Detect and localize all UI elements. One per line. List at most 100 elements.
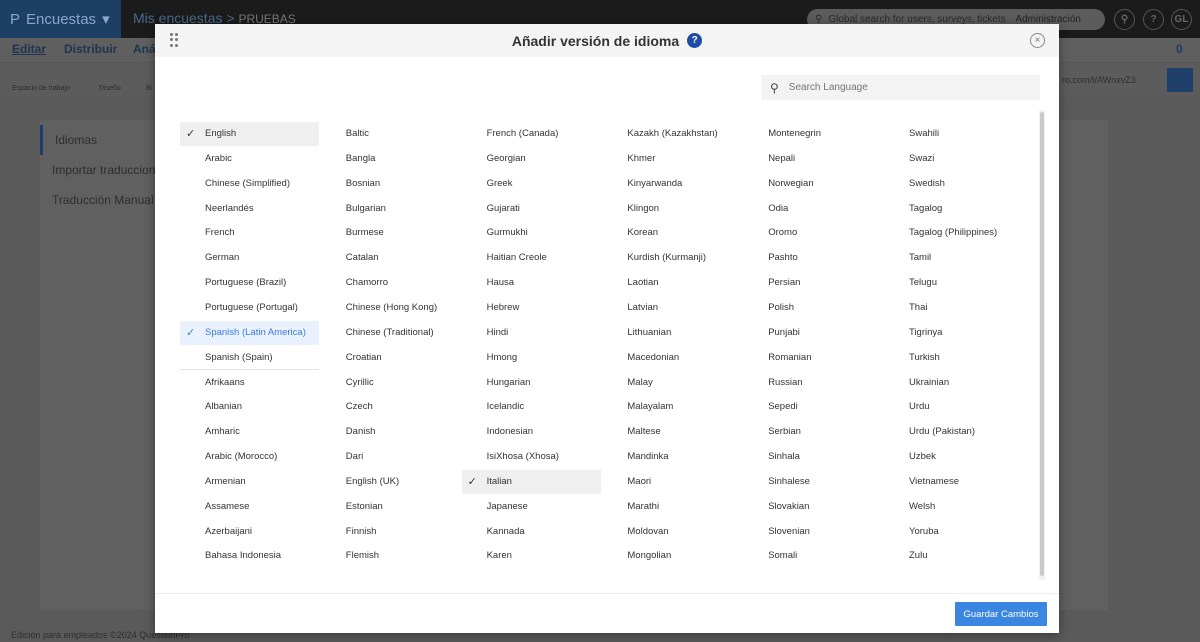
language-option[interactable]: Klingon	[602, 197, 741, 221]
language-option[interactable]: Moldovan	[602, 520, 741, 544]
language-option[interactable]: French	[180, 221, 319, 245]
language-option[interactable]: Malayalam	[602, 395, 741, 419]
language-option[interactable]: Montenegrin	[743, 122, 882, 146]
tab-editar[interactable]: Editar	[12, 42, 46, 56]
save-changes-button[interactable]: Guardar Cambios	[955, 602, 1047, 626]
language-option[interactable]: Finnish	[321, 520, 460, 544]
language-option[interactable]: Chinese (Hong Kong)	[321, 296, 460, 320]
language-option[interactable]: Romanian	[743, 346, 882, 370]
language-option[interactable]: Gujarati	[462, 197, 601, 221]
language-option[interactable]: Croatian	[321, 346, 460, 370]
language-option[interactable]: Maori	[602, 470, 741, 494]
language-option[interactable]: Burmese	[321, 221, 460, 245]
preview-button[interactable]	[1167, 68, 1193, 92]
language-option[interactable]: Swahili	[884, 122, 1023, 146]
language-option[interactable]: Macedonian	[602, 346, 741, 370]
language-option[interactable]: Tagalog (Philippines)	[884, 221, 1023, 245]
language-option[interactable]: Arabic (Morocco)	[180, 445, 319, 469]
language-option[interactable]: Catalan	[321, 246, 460, 270]
language-option[interactable]: ✓ English	[180, 122, 319, 146]
language-option[interactable]: Bosnian	[321, 172, 460, 196]
language-option[interactable]: Malay	[602, 371, 741, 395]
language-option[interactable]: Portuguese (Portugal)	[180, 296, 319, 320]
language-option[interactable]: IsiXhosa (Xhosa)	[462, 445, 601, 469]
language-option[interactable]: Somali	[743, 544, 882, 568]
language-option[interactable]: Telugu	[884, 271, 1023, 295]
language-option[interactable]: Sinhala	[743, 445, 882, 469]
brand-menu[interactable]: P Encuestas ▾	[0, 0, 121, 38]
drag-handle-icon[interactable]	[170, 33, 178, 47]
language-option[interactable]: Kurdish (Kurmanji)	[602, 246, 741, 270]
language-option[interactable]: Marathi	[602, 495, 741, 519]
language-option[interactable]: Bangla	[321, 147, 460, 171]
language-option[interactable]: Armenian	[180, 470, 319, 494]
language-option[interactable]: Mandinka	[602, 445, 741, 469]
language-option[interactable]: Russian	[743, 371, 882, 395]
language-option[interactable]: Hindi	[462, 321, 601, 345]
language-option[interactable]: Laotian	[602, 271, 741, 295]
language-option[interactable]: Gurmukhi	[462, 221, 601, 245]
language-option[interactable]: Tamil	[884, 246, 1023, 270]
tool-workspace[interactable]: Espacio de trabajo	[12, 85, 70, 92]
language-option[interactable]: Japanese	[462, 495, 601, 519]
language-option[interactable]: Yoruba	[884, 520, 1023, 544]
language-option[interactable]: Flemish	[321, 544, 460, 568]
language-option[interactable]: Kinyarwanda	[602, 172, 741, 196]
language-option[interactable]: Amharic	[180, 420, 319, 444]
language-search[interactable]: ⚲	[761, 75, 1040, 100]
tool-bi[interactable]: Bi	[146, 85, 152, 92]
language-option[interactable]: German	[180, 246, 319, 270]
language-option[interactable]: Urdu (Pakistan)	[884, 420, 1023, 444]
language-option[interactable]: Chamorro	[321, 271, 460, 295]
language-option[interactable]: Kannada	[462, 520, 601, 544]
language-option[interactable]: Kazakh (Kazakhstan)	[602, 122, 741, 146]
language-option[interactable]: Cyrillic	[321, 371, 460, 395]
language-option[interactable]: Bulgarian	[321, 197, 460, 221]
language-option[interactable]: Bahasa Indonesia	[180, 544, 319, 568]
language-option[interactable]: Turkish	[884, 346, 1023, 370]
language-option[interactable]: Arabic	[180, 147, 319, 171]
language-option[interactable]: Estonian	[321, 495, 460, 519]
language-option[interactable]: Urdu	[884, 395, 1023, 419]
language-option[interactable]: Sinhalese	[743, 470, 882, 494]
language-option[interactable]: Hungarian	[462, 371, 601, 395]
language-option[interactable]: Tigrinya	[884, 321, 1023, 345]
language-option[interactable]: Azerbaijani	[180, 520, 319, 544]
language-option[interactable]: Uzbek	[884, 445, 1023, 469]
language-option[interactable]: English (UK)	[321, 470, 460, 494]
language-option[interactable]: Swazi	[884, 147, 1023, 171]
language-option[interactable]: Assamese	[180, 495, 319, 519]
tool-design[interactable]: Diseño	[99, 85, 121, 92]
language-option[interactable]: Indonesian	[462, 420, 601, 444]
language-option[interactable]: Oromo	[743, 221, 882, 245]
language-option[interactable]: Norwegian	[743, 172, 882, 196]
language-option[interactable]: Icelandic	[462, 395, 601, 419]
language-option[interactable]: Zulu	[884, 544, 1023, 568]
language-option[interactable]: Korean	[602, 221, 741, 245]
language-option[interactable]: Punjabi	[743, 321, 882, 345]
language-option[interactable]: Persian	[743, 271, 882, 295]
close-icon[interactable]: ×	[1030, 33, 1045, 48]
language-option[interactable]: Thai	[884, 296, 1023, 320]
tab-distribuir[interactable]: Distribuir	[64, 42, 117, 56]
user-avatar[interactable]: GL	[1171, 9, 1192, 30]
language-option[interactable]: Spanish (Spain)	[180, 346, 319, 370]
language-option[interactable]: Chinese (Simplified)	[180, 172, 319, 196]
language-option[interactable]: Afrikaans	[180, 371, 319, 395]
language-option[interactable]: Chinese (Traditional)	[321, 321, 460, 345]
language-option[interactable]: Neerlandés	[180, 197, 319, 221]
language-option[interactable]: Hausa	[462, 271, 601, 295]
language-option[interactable]: ✓ Italian	[461, 469, 601, 494]
language-option[interactable]: Tagalog	[884, 197, 1023, 221]
language-option[interactable]: Vietnamese	[884, 470, 1023, 494]
search-button[interactable]: ⚲	[1114, 9, 1135, 30]
language-option[interactable]: French (Canada)	[462, 122, 601, 146]
language-option[interactable]: Portuguese (Brazil)	[180, 271, 319, 295]
language-option[interactable]: Baltic	[321, 122, 460, 146]
language-option[interactable]: Maltese	[602, 420, 741, 444]
language-option[interactable]: Mongolian	[602, 544, 741, 568]
help-icon[interactable]: ?	[687, 33, 703, 48]
language-option[interactable]: Pashto	[743, 246, 882, 270]
language-option[interactable]: Greek	[462, 172, 601, 196]
language-option[interactable]: Odia	[743, 197, 882, 221]
